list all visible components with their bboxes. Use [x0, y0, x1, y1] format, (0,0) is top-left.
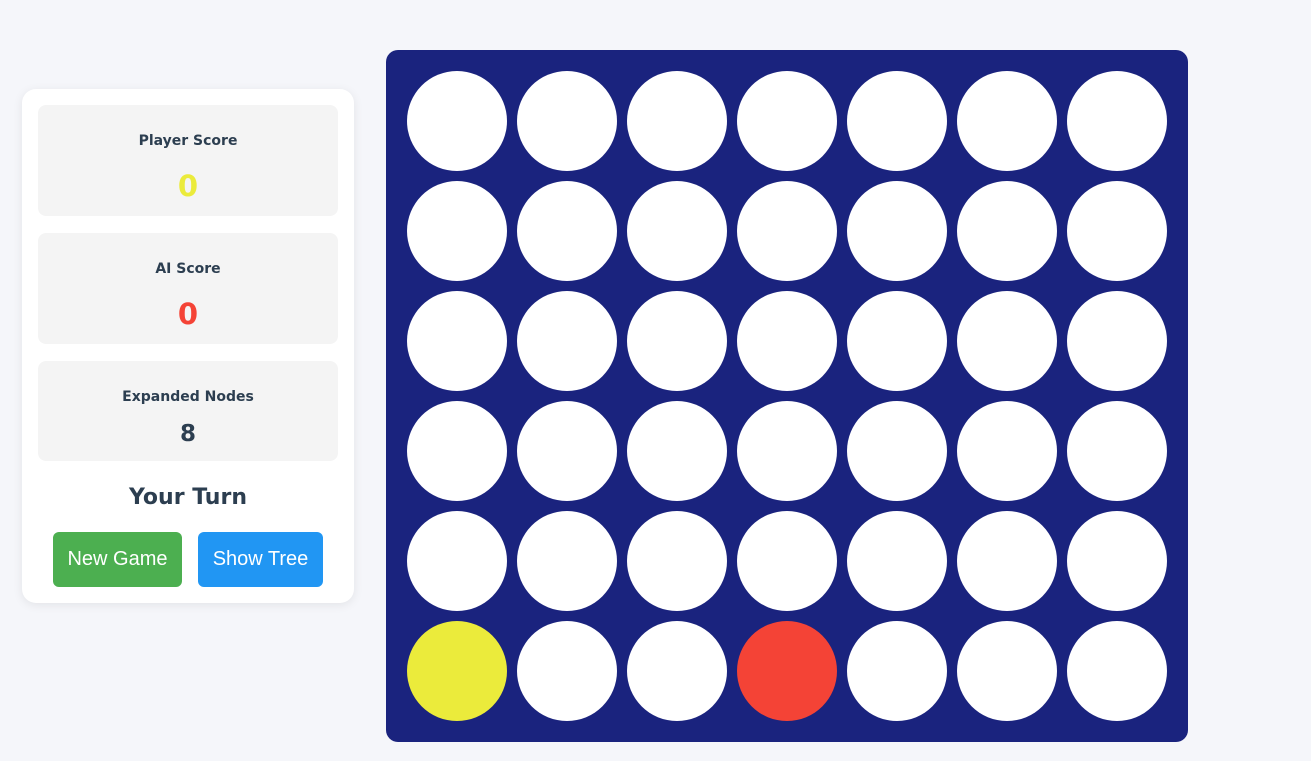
- player-score-card: Player Score 0: [38, 105, 338, 216]
- cell-empty[interactable]: [1067, 71, 1167, 171]
- score-panel: Player Score 0 AI Score 0 Expanded Nodes…: [22, 89, 354, 603]
- cell-empty[interactable]: [627, 511, 727, 611]
- cell-empty[interactable]: [737, 401, 837, 501]
- cell-empty[interactable]: [627, 621, 727, 721]
- cell-empty[interactable]: [1067, 291, 1167, 391]
- game-page: Player Score 0 AI Score 0 Expanded Nodes…: [0, 0, 1311, 761]
- ai-score-label: AI Score: [155, 261, 221, 277]
- cell-empty[interactable]: [847, 511, 947, 611]
- cell-empty[interactable]: [957, 621, 1057, 721]
- cell-empty[interactable]: [1067, 181, 1167, 281]
- expanded-nodes-value: 8: [179, 421, 196, 447]
- cell-empty[interactable]: [737, 291, 837, 391]
- cell-empty[interactable]: [517, 621, 617, 721]
- show-tree-button[interactable]: Show Tree: [198, 532, 323, 587]
- cell-empty[interactable]: [517, 291, 617, 391]
- cell-empty[interactable]: [847, 291, 947, 391]
- cell-empty[interactable]: [1067, 401, 1167, 501]
- cell-empty[interactable]: [627, 401, 727, 501]
- expanded-nodes-label: Expanded Nodes: [122, 389, 254, 405]
- expanded-nodes-card: Expanded Nodes 8: [38, 361, 338, 461]
- turn-status: Your Turn: [129, 485, 247, 510]
- cell-empty[interactable]: [517, 71, 617, 171]
- cell-empty[interactable]: [627, 181, 727, 281]
- cell-empty[interactable]: [847, 401, 947, 501]
- cell-empty[interactable]: [407, 291, 507, 391]
- cell-empty[interactable]: [737, 71, 837, 171]
- cell-empty[interactable]: [957, 401, 1057, 501]
- cell-empty[interactable]: [847, 181, 947, 281]
- cell-ai-disc[interactable]: [737, 621, 837, 721]
- cell-empty[interactable]: [627, 291, 727, 391]
- cell-empty[interactable]: [407, 511, 507, 611]
- player-score-value: 0: [177, 169, 199, 203]
- new-game-button[interactable]: New Game: [53, 532, 182, 587]
- cell-empty[interactable]: [737, 511, 837, 611]
- cell-empty[interactable]: [407, 401, 507, 501]
- cell-empty[interactable]: [957, 71, 1057, 171]
- cell-empty[interactable]: [407, 71, 507, 171]
- cell-empty[interactable]: [1067, 621, 1167, 721]
- cell-empty[interactable]: [957, 291, 1057, 391]
- game-board: [386, 50, 1188, 742]
- cell-empty[interactable]: [847, 71, 947, 171]
- cell-empty[interactable]: [847, 621, 947, 721]
- cell-empty[interactable]: [517, 401, 617, 501]
- cell-empty[interactable]: [407, 181, 507, 281]
- cell-empty[interactable]: [517, 511, 617, 611]
- ai-score-card: AI Score 0: [38, 233, 338, 344]
- cell-empty[interactable]: [957, 181, 1057, 281]
- ai-score-value: 0: [177, 297, 199, 331]
- player-score-label: Player Score: [138, 133, 238, 149]
- cell-empty[interactable]: [627, 71, 727, 171]
- cell-player-disc[interactable]: [407, 621, 507, 721]
- cell-empty[interactable]: [957, 511, 1057, 611]
- cell-empty[interactable]: [517, 181, 617, 281]
- cell-empty[interactable]: [1067, 511, 1167, 611]
- cell-empty[interactable]: [737, 181, 837, 281]
